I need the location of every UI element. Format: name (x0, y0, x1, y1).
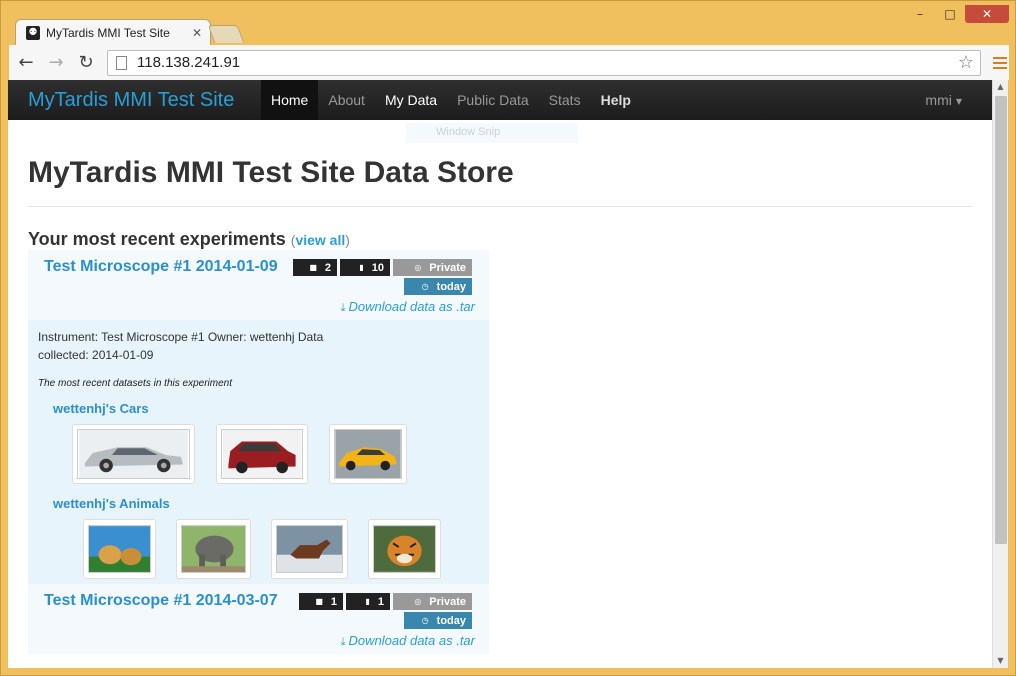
scroll-up-icon[interactable]: ▲ (993, 80, 1008, 94)
section-title-text: Your most recent experiments (28, 229, 286, 249)
silver-sedan-image (77, 429, 190, 479)
experiment-meta: Instrument: Test Microscope #1 Owner: we… (38, 330, 324, 362)
thumbnail[interactable] (176, 519, 251, 579)
page-title: MyTardis MMI Test Site Data Store (28, 156, 972, 207)
nav-public-data[interactable]: Public Data (447, 80, 539, 120)
yellow-sports-car-image (334, 429, 402, 479)
red-suv-image (221, 429, 303, 479)
url-text: 118.138.241.91 (137, 54, 241, 71)
forward-arrow-icon[interactable]: → (43, 50, 69, 76)
nav-help[interactable]: Help (591, 80, 641, 120)
reload-icon[interactable]: ↻ (73, 50, 99, 76)
clock-icon: ◷ (421, 616, 429, 625)
window-snip-overlay: Window Snip (406, 123, 578, 143)
caret-down-icon: ▼ (955, 96, 962, 106)
tab-close-icon[interactable]: ✕ (192, 26, 202, 40)
experiment-header: Test Microscope #1 2014-03-07 ■ 1 ▮ 1 ◎ Pri… (28, 584, 489, 654)
file-icon: ▮ (359, 263, 364, 272)
experiment-card: Test Microscope #1 2014-03-07 ■ 1 ▮ 1 ◎ Pri… (28, 584, 489, 654)
view-all-link[interactable]: view all (295, 232, 345, 248)
download-tar-link[interactable]: ⤓ Download data as .tar (341, 299, 475, 315)
page-icon (116, 55, 127, 70)
download-tar-link[interactable]: ⤓ Download data as .tar (341, 633, 475, 649)
maximize-icon[interactable]: □ (935, 5, 965, 23)
browser-toolbar: ← → ↻ 118.138.241.91 ☆ (9, 45, 1009, 81)
mytardis-favicon-icon: ⚉ (26, 25, 40, 40)
window-controls: – □ ✕ (905, 5, 1009, 23)
experiment-card: Test Microscope #1 2014-01-09 ■ 2 ▮ 10 ◎ Pr… (28, 250, 489, 584)
experiment-badges: ■ 2 ▮ 10 ◎ Private (293, 259, 472, 276)
experiment-body: Instrument: Test Microscope #1 Owner: we… (28, 320, 489, 584)
thumbnail[interactable] (83, 519, 156, 579)
user-name: mmi (925, 92, 952, 108)
private-badge: ◎ Private (393, 259, 472, 276)
bookmark-star-icon[interactable]: ☆ (958, 52, 974, 73)
updated-today-badge: ◷ today (404, 278, 472, 295)
nav-my-data[interactable]: My Data (375, 80, 447, 120)
thumbnail[interactable] (271, 519, 348, 579)
page-viewport: MyTardis MMI Test Site Home About My Dat… (8, 80, 992, 668)
experiment-header: Test Microscope #1 2014-01-09 ■ 2 ▮ 10 ◎ Pr… (28, 250, 489, 320)
clock-icon: ◷ (421, 282, 429, 291)
recent-datasets-note: The most recent datasets in this experim… (38, 378, 232, 389)
tiger-image (373, 525, 436, 573)
scroll-down-icon[interactable]: ▼ (993, 654, 1008, 668)
thumbnail[interactable] (329, 424, 407, 484)
site-navbar: MyTardis MMI Test Site Home About My Dat… (8, 80, 992, 120)
browser-tab[interactable]: ⚉ MyTardis MMI Test Site ✕ (15, 19, 211, 45)
horse-image (276, 525, 343, 573)
eye-slash-icon: ◎ (414, 263, 422, 272)
close-window-icon[interactable]: ✕ (965, 5, 1009, 23)
address-bar[interactable]: 118.138.241.91 ☆ (107, 49, 981, 76)
dataset-title-link[interactable]: wettenhj's Animals (53, 496, 479, 511)
datasets-count-badge: ■ 1 (299, 593, 343, 610)
golden-retrievers-image (88, 525, 151, 573)
folder-icon: ■ (315, 597, 323, 606)
browser-menu-icon[interactable] (993, 56, 1007, 69)
datasets-count-badge: ■ 2 (293, 259, 337, 276)
thumbnail[interactable] (216, 424, 308, 484)
download-icon: ⤓ (340, 301, 346, 314)
folder-icon: ■ (309, 263, 317, 272)
dataset-title-link[interactable]: wettenhj's Cars (53, 401, 479, 416)
files-count-badge: ▮ 10 (340, 259, 390, 276)
vertical-scrollbar[interactable]: ▲ ▼ (992, 80, 1008, 668)
user-menu[interactable]: mmi ▼ (925, 92, 962, 108)
back-arrow-icon[interactable]: ← (13, 50, 39, 76)
nav-home[interactable]: Home (261, 80, 319, 120)
tab-title: MyTardis MMI Test Site (46, 25, 170, 40)
private-badge: ◎ Private (393, 593, 472, 610)
download-icon: ⤓ (340, 635, 346, 648)
site-brand[interactable]: MyTardis MMI Test Site (8, 89, 261, 112)
nav-stats[interactable]: Stats (539, 80, 591, 120)
eye-slash-icon: ◎ (414, 597, 422, 606)
minimize-icon[interactable]: – (905, 5, 935, 23)
thumbnail[interactable] (72, 424, 195, 484)
file-icon: ▮ (365, 597, 370, 606)
scrollbar-thumb[interactable] (995, 96, 1007, 544)
main-content: MyTardis MMI Test Site Data Store Your m… (8, 156, 992, 654)
section-title: Your most recent experiments (view all) (28, 229, 350, 249)
nav-about[interactable]: About (318, 80, 375, 120)
dataset-thumbnails (72, 424, 479, 484)
files-count-badge: ▮ 1 (346, 593, 390, 610)
updated-today-badge: ◷ today (404, 612, 472, 629)
elephant-image (181, 525, 246, 573)
experiment-badges: ■ 1 ▮ 1 ◎ Private (299, 593, 472, 610)
thumbnail[interactable] (368, 519, 441, 579)
dataset-thumbnails (83, 519, 479, 579)
new-tab-button[interactable] (207, 25, 245, 43)
